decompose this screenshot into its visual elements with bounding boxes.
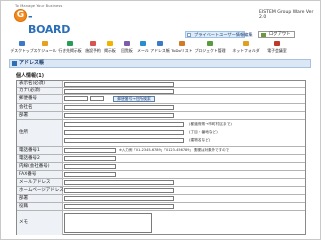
row-phone2: 電話番号2: [17, 155, 305, 163]
label-address: 住所: [17, 120, 63, 146]
user-info-bar[interactable]: プライベートユーザー情報編集: [185, 31, 253, 38]
department-input[interactable]: [64, 113, 174, 118]
bulletin-icon: [107, 41, 113, 46]
memo-textarea[interactable]: [64, 213, 152, 233]
company-input[interactable]: [64, 105, 174, 110]
nav-item-desktop[interactable]: デスクトップ: [9, 41, 35, 55]
logo-text: -BOARD: [28, 10, 71, 36]
logout-label: ログアウト: [269, 32, 291, 37]
nav-item-address-book[interactable]: アドレス帳: [150, 41, 170, 55]
address-form: 表示名(必須) カナ(必須) 郵便番号 郵便番号→住所検索 会社名 部署 住所 …: [16, 80, 306, 235]
nav-item-mail[interactable]: メール: [136, 41, 150, 55]
nav-item-circular[interactable]: 回覧板: [119, 41, 135, 55]
logo-tagline: To Manage Your Business: [15, 4, 63, 8]
nav-item-whereabouts[interactable]: 行き先掲示板: [58, 41, 82, 55]
logout-icon: [261, 32, 266, 37]
label-phone2: 電話番号2: [17, 155, 63, 162]
project-icon: [207, 41, 213, 46]
nav-item-bulletin[interactable]: 掲示板: [102, 41, 118, 55]
section-icon: [12, 61, 17, 66]
label-kana: カナ(必須): [17, 88, 63, 94]
label-title: 役職: [17, 203, 63, 210]
label-department: 部署: [17, 112, 63, 119]
position-input[interactable]: [64, 196, 174, 201]
address-note-2: (丁目・番地など): [189, 130, 218, 134]
logout-button[interactable]: ログアウト: [258, 31, 295, 38]
label-name: 表示名(必須): [17, 81, 63, 87]
section-title: アドレス帳: [19, 60, 45, 66]
section-header: アドレス帳: [9, 59, 311, 68]
label-extension: 内線(会社番号): [17, 163, 63, 170]
address-input-3[interactable]: [64, 138, 184, 143]
homepage-input[interactable]: [64, 188, 174, 193]
address-note-1: (都道府県→市町村区まで): [189, 122, 232, 126]
facility-icon: [90, 41, 96, 46]
app-window: To Manage Your Business G -BOARD EISTEM …: [0, 0, 321, 240]
logo-g-icon: G: [14, 9, 27, 22]
todo-icon: [179, 41, 185, 46]
label-phone1: 電話番号1: [17, 147, 63, 154]
app-logo[interactable]: G -BOARD: [14, 9, 70, 36]
nav-item-todo[interactable]: ToDoリスト: [171, 41, 193, 55]
nav-item-conference[interactable]: 電子会議室: [264, 41, 290, 55]
nav-item-project[interactable]: プロジェクト管理: [193, 41, 227, 55]
user-icon: [187, 33, 191, 37]
label-position: 部署: [17, 195, 63, 202]
address-book-icon: [157, 41, 163, 46]
label-postal: 郵便番号: [17, 95, 63, 103]
schedule-icon: [42, 41, 48, 46]
label-company: 会社名: [17, 104, 63, 111]
label-fax: FAX番号: [17, 171, 63, 178]
row-kana: カナ(必須): [17, 88, 305, 95]
folder-icon: [243, 41, 249, 46]
address-input-2[interactable]: [64, 130, 184, 135]
address-input-1[interactable]: [64, 122, 184, 127]
user-info-text: プライベートユーザー情報編集: [194, 32, 253, 37]
nav-item-schedule[interactable]: スケジュール: [33, 41, 57, 55]
label-homepage: ホームページアドレス: [17, 187, 64, 194]
label-memo: メモ: [17, 211, 63, 235]
row-position: 部署: [17, 195, 305, 203]
row-memo: メモ: [17, 211, 305, 235]
row-company: 会社名: [17, 104, 305, 112]
desktop-icon: [19, 41, 25, 46]
row-title: 役職: [17, 203, 305, 211]
kana-input[interactable]: [64, 88, 174, 94]
phone2-input[interactable]: [64, 156, 116, 161]
label-email: メールアドレス: [17, 179, 63, 186]
phone1-input[interactable]: [64, 148, 116, 153]
row-address: 住所 (都道府県→市町村区まで) (丁目・番地など) (建物名など): [17, 120, 305, 147]
row-phone1: 電話番号1 ※入力例「01-2345-6789」「0123-456789」 郵便…: [17, 147, 305, 155]
mail-icon: [140, 41, 146, 46]
address-note-3: (建物名など): [189, 138, 211, 142]
row-name: 表示名(必須): [17, 81, 305, 88]
postal-search-button[interactable]: 郵便番号→住所検索: [113, 96, 155, 102]
whereabouts-icon: [67, 41, 73, 46]
main-nav: デスクトップ スケジュール 行き先掲示板 施設予約 掲示板 回覧板 メール アド…: [9, 41, 313, 55]
name-input[interactable]: [64, 81, 174, 87]
title-input[interactable]: [64, 204, 174, 209]
row-fax: FAX番号: [17, 171, 305, 179]
phone-note: ※入力例「01-2345-6789」「0123-456789」 郵便は対象外です…: [119, 148, 230, 152]
postal-input-1[interactable]: [64, 96, 88, 101]
row-email: メールアドレス: [17, 179, 305, 187]
row-homepage: ホームページアドレス: [17, 187, 305, 195]
email-input[interactable]: [64, 180, 174, 185]
extension-input[interactable]: [64, 164, 116, 169]
version-label: EISTEM Group Ware Ver 2.0: [259, 10, 314, 20]
nav-item-net-folder[interactable]: ネットフォルダ: [231, 41, 261, 55]
nav-item-facility[interactable]: 施設予約: [83, 41, 103, 55]
postal-input-2[interactable]: [90, 96, 104, 101]
form-title: 個人情報(1): [16, 73, 45, 79]
circular-icon: [124, 41, 130, 46]
row-department: 部署: [17, 112, 305, 120]
conference-icon: [274, 41, 280, 46]
fax-input[interactable]: [64, 172, 116, 177]
row-postal: 郵便番号 郵便番号→住所検索: [17, 95, 305, 104]
row-extension: 内線(会社番号): [17, 163, 305, 171]
